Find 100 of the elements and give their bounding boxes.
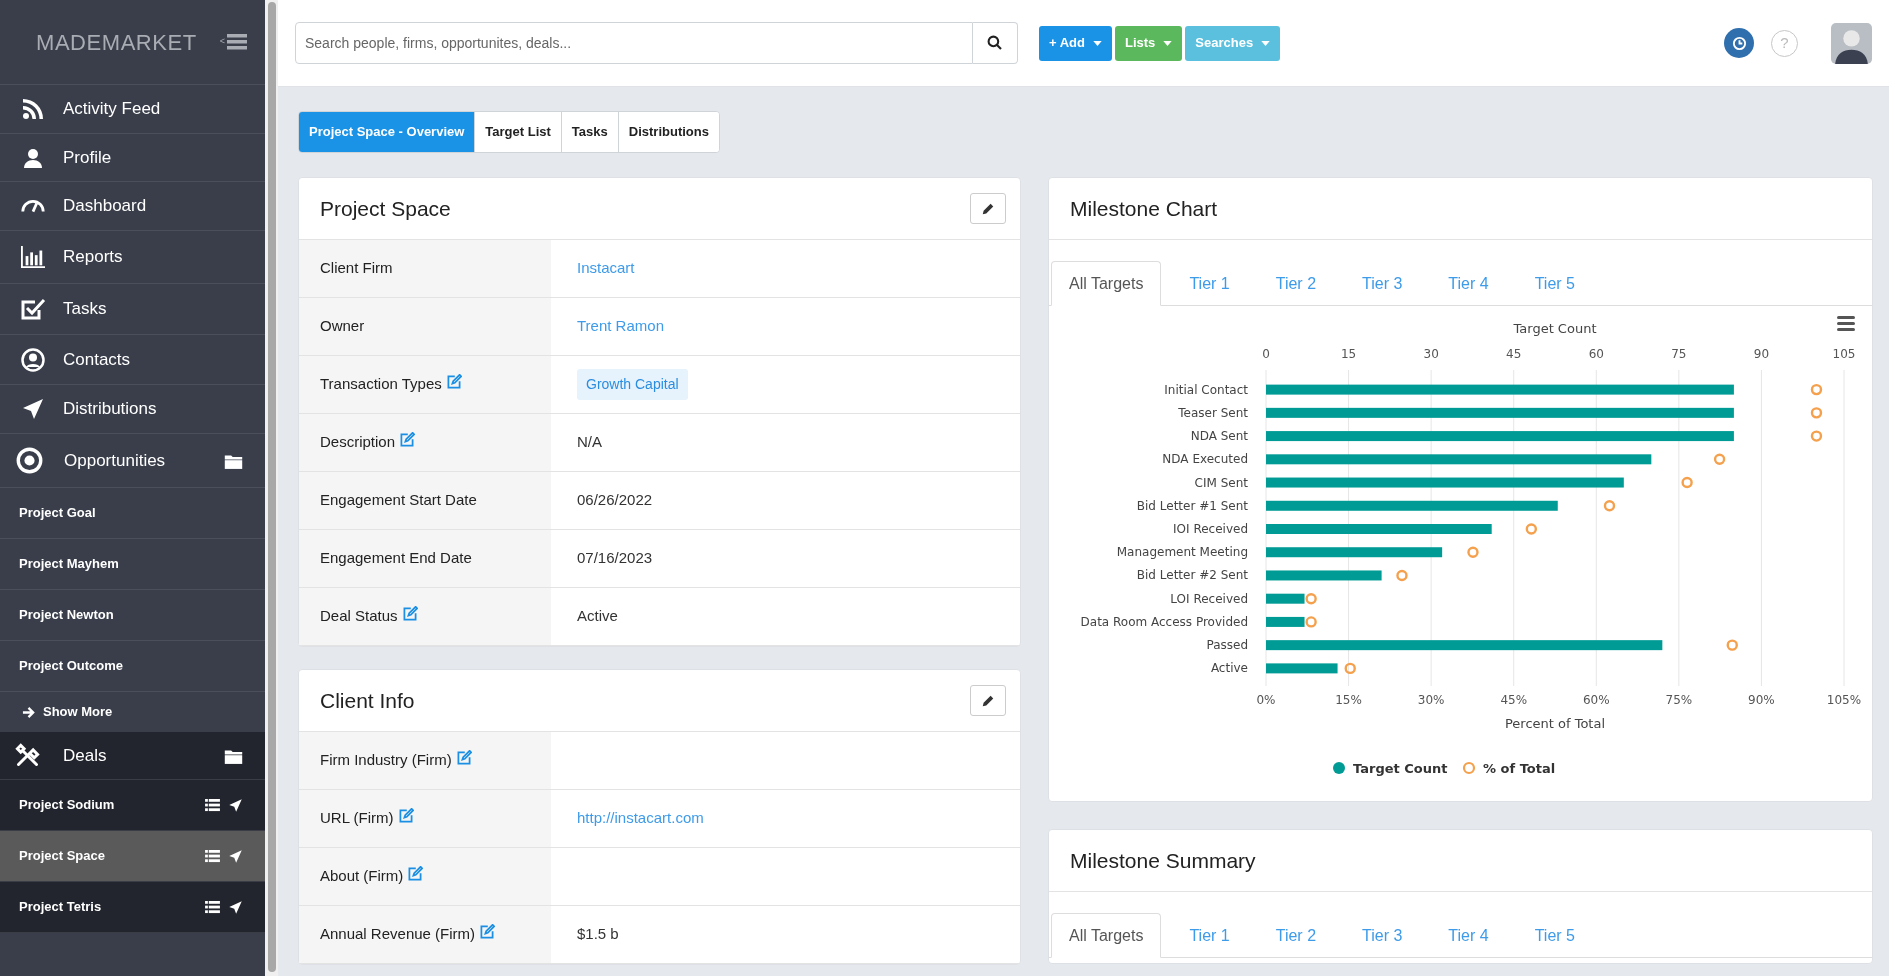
list-icon bbox=[205, 798, 220, 812]
collapse-sidebar-button[interactable]: < bbox=[219, 34, 247, 50]
pencil-icon bbox=[981, 693, 995, 708]
field-label: Firm Industry (Firm) bbox=[320, 750, 452, 771]
data-point-marker bbox=[1810, 407, 1823, 419]
field-label: Client Firm bbox=[320, 258, 393, 279]
chart-menu-icon[interactable] bbox=[1837, 316, 1855, 331]
card-title: Project Space bbox=[320, 195, 451, 222]
data-point-marker bbox=[1525, 523, 1538, 535]
field-value: Active bbox=[577, 606, 618, 627]
axis-tick-label: 45% bbox=[1500, 693, 1528, 707]
category-label: Initial Contact bbox=[1164, 382, 1248, 397]
field-value: 06/26/2022 bbox=[577, 490, 653, 511]
arrow-right-icon bbox=[22, 705, 35, 719]
axis-tick-label: 15 bbox=[1340, 347, 1357, 361]
deal-item[interactable]: Project Sodium bbox=[0, 780, 265, 831]
caret-icon bbox=[1093, 40, 1102, 46]
data-point-marker bbox=[1713, 453, 1726, 465]
target-icon bbox=[16, 447, 43, 474]
axis-tick-label: 0% bbox=[1256, 693, 1276, 707]
data-point-marker bbox=[1810, 430, 1823, 442]
category-label: Management Meeting bbox=[1116, 545, 1248, 560]
nav-item[interactable]: Tasks bbox=[0, 284, 265, 335]
page-tab[interactable]: Distributions bbox=[617, 112, 719, 152]
axis-title: Percent of Total bbox=[1504, 716, 1606, 731]
search-button[interactable] bbox=[973, 22, 1018, 64]
field-label: Engagement Start Date bbox=[320, 490, 477, 511]
folder-icon bbox=[224, 452, 243, 469]
category-label: Data Room Access Provided bbox=[1080, 614, 1248, 629]
field-label: Owner bbox=[320, 316, 365, 337]
category-label: CIM Sent bbox=[1194, 475, 1248, 490]
axis-tick-label: 105 bbox=[1832, 347, 1856, 361]
field-label: Transaction Types bbox=[320, 374, 442, 395]
paper-plane-icon bbox=[228, 797, 243, 813]
category-label: Bid Letter #2 Sent bbox=[1136, 568, 1248, 583]
data-point-marker bbox=[1467, 546, 1479, 558]
nav-item[interactable]: Reports bbox=[0, 231, 265, 284]
nav-item[interactable]: Activity Feed bbox=[0, 85, 265, 134]
paper-plane-icon bbox=[228, 899, 243, 915]
data-point-marker bbox=[1344, 662, 1356, 675]
category-label: Teaser Sent bbox=[1178, 405, 1248, 420]
legend-label: Target Count bbox=[1353, 761, 1448, 776]
axis-tick-label: 60% bbox=[1582, 693, 1610, 707]
search-icon bbox=[987, 35, 1003, 51]
nav-item[interactable]: Contacts bbox=[0, 335, 265, 385]
history-button[interactable] bbox=[1724, 28, 1754, 58]
category-label: NDA Sent bbox=[1190, 429, 1248, 444]
axis-tick-label: 30 bbox=[1423, 347, 1439, 361]
category-label: LOI Received bbox=[1170, 591, 1248, 606]
category-label: Passed bbox=[1206, 638, 1248, 653]
axis-tick-label: 0 bbox=[1262, 347, 1270, 361]
field-value: $1.5 b bbox=[577, 924, 619, 945]
bar-chart-icon bbox=[20, 245, 46, 269]
data-point-marker bbox=[1396, 569, 1408, 582]
edit-button[interactable] bbox=[970, 685, 1006, 716]
field-label: Engagement End Date bbox=[320, 548, 472, 569]
data-point-marker bbox=[1810, 383, 1823, 396]
deal-item[interactable]: Project Tetris bbox=[0, 882, 265, 933]
deal-item[interactable]: Project Space bbox=[0, 831, 265, 882]
bar bbox=[1266, 663, 1338, 674]
data-point-marker bbox=[1726, 639, 1738, 651]
bar bbox=[1266, 616, 1305, 627]
section-heading: Deals bbox=[63, 744, 108, 767]
menu-icon bbox=[227, 34, 247, 50]
sidebar-scrollbar[interactable] bbox=[265, 0, 278, 976]
rss-icon bbox=[20, 97, 46, 121]
legend-marker bbox=[1333, 762, 1345, 774]
caret-icon bbox=[1261, 40, 1271, 46]
user-avatar[interactable] bbox=[1831, 22, 1872, 64]
user-circle-icon bbox=[20, 347, 46, 372]
axis-title: Target Count bbox=[1513, 321, 1597, 336]
checkbox-icon bbox=[20, 297, 46, 321]
field-label: URL (Firm) bbox=[320, 808, 394, 829]
axis-tick-label: 15% bbox=[1335, 693, 1362, 707]
category-label: IOI Received bbox=[1173, 522, 1248, 536]
data-point-marker bbox=[1603, 500, 1616, 512]
field-label: Deal Status bbox=[320, 606, 398, 627]
field-label: Annual Revenue (Firm) bbox=[320, 924, 476, 945]
app-logo: MADEMARKET bbox=[36, 28, 198, 57]
data-point-marker bbox=[1305, 593, 1317, 605]
tools-icon bbox=[14, 742, 41, 769]
legend-label: % of Total bbox=[1483, 761, 1556, 776]
search-field[interactable]: Search people, firms, opportunites, deals... bbox=[295, 22, 973, 64]
paper-plane-icon bbox=[228, 848, 243, 864]
show-more-link[interactable]: Show More bbox=[0, 692, 265, 732]
category-label: Active bbox=[1210, 661, 1248, 676]
field-label: Description bbox=[320, 432, 396, 453]
chart-tab[interactable]: All Targets bbox=[1051, 913, 1162, 958]
axis-tick-label: 60 bbox=[1588, 347, 1604, 361]
data-point-marker bbox=[1681, 476, 1693, 489]
axis-tick-label: 75 bbox=[1671, 347, 1687, 361]
folder-icon bbox=[224, 747, 243, 764]
chart-tab[interactable]: All Targets bbox=[1051, 261, 1162, 306]
edit-button[interactable] bbox=[970, 193, 1006, 224]
card-title: Milestone Summary bbox=[1070, 847, 1256, 874]
nav-item[interactable]: Profile bbox=[0, 134, 265, 182]
list-icon bbox=[205, 849, 220, 863]
tag-chip: Growth Capital bbox=[577, 369, 688, 400]
axis-tick-label: 105% bbox=[1826, 693, 1862, 707]
bar bbox=[1266, 593, 1305, 604]
